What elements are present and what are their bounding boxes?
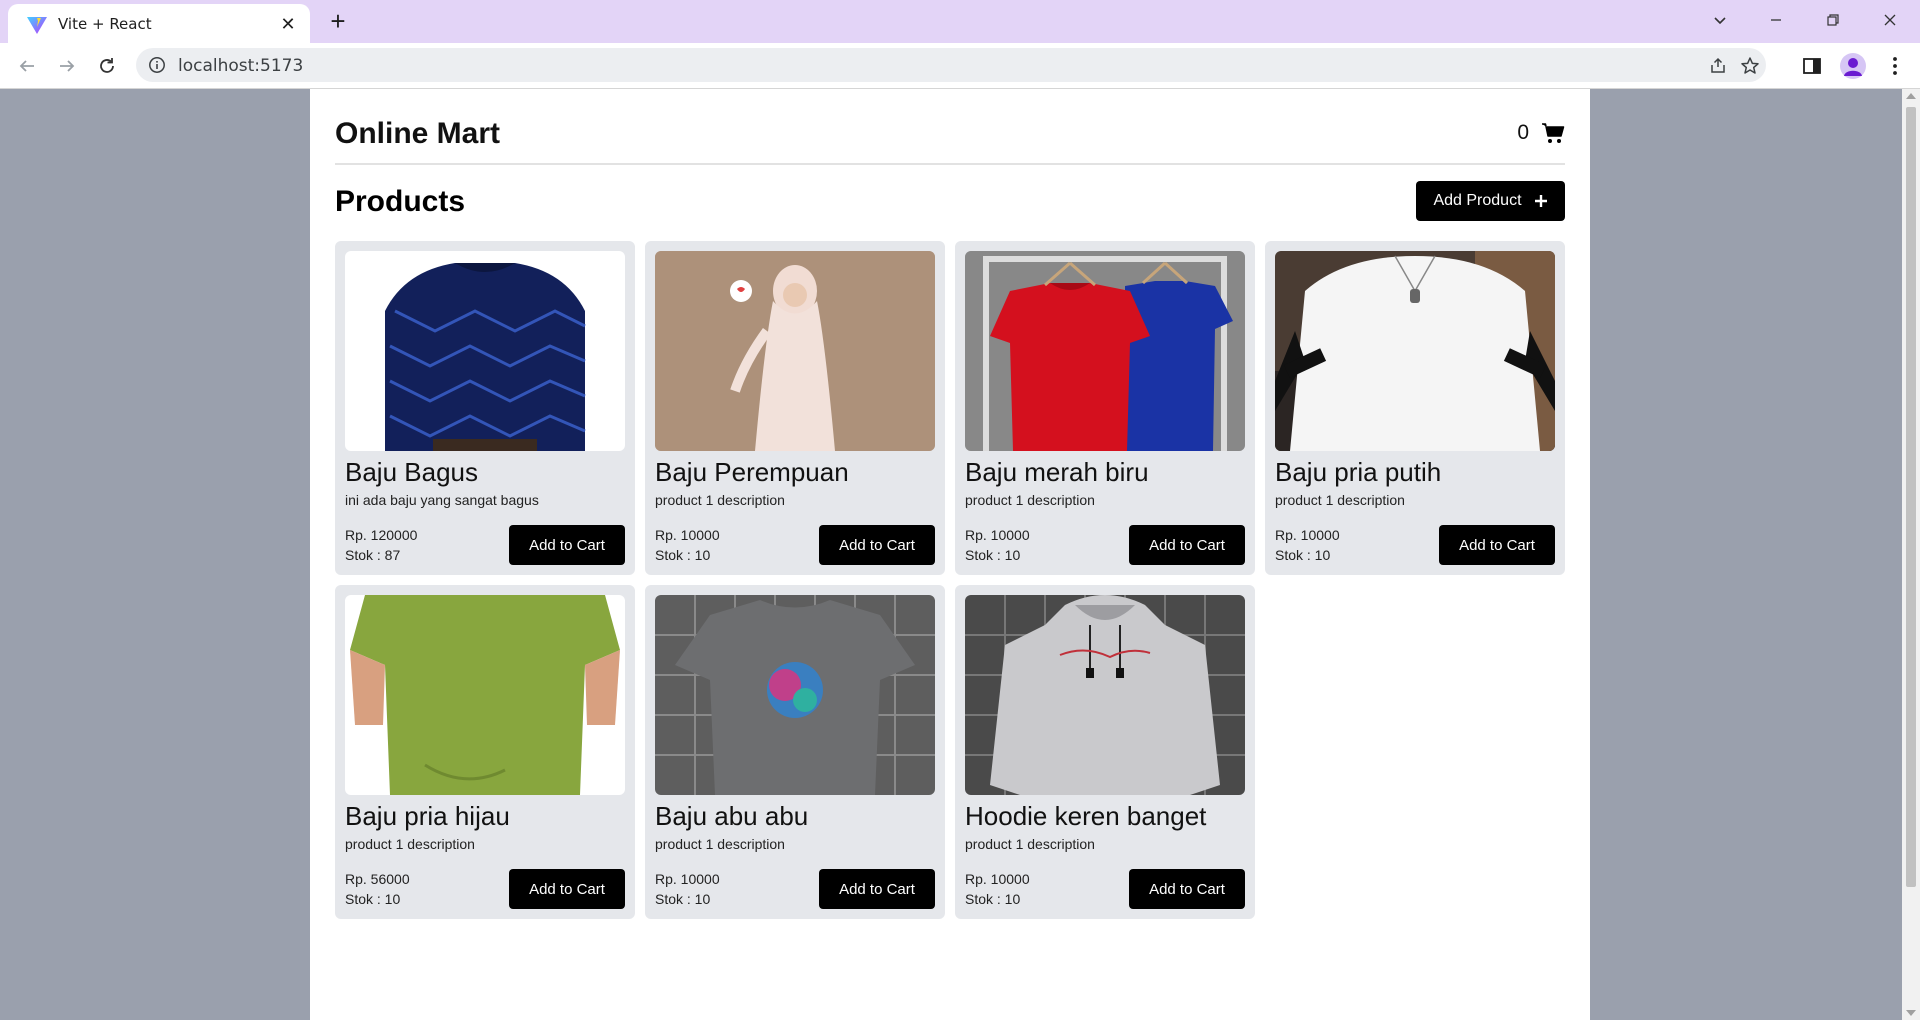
vite-logo-icon	[27, 17, 47, 34]
product-image-white-sweatshirt	[1275, 251, 1555, 451]
reload-icon[interactable]	[92, 51, 122, 81]
product-price: Rp. 10000	[965, 527, 1030, 543]
product-card: Baju abu abu product 1 description Rp. 1…	[645, 585, 945, 919]
plus-icon	[1534, 195, 1547, 207]
header-divider	[335, 163, 1565, 165]
product-card: Baju pria putih product 1 description Rp…	[1265, 241, 1565, 575]
product-image-green-tshirt	[345, 595, 625, 795]
product-stock: Stok : 10	[655, 891, 711, 907]
product-image-grey-graphic-tshirt	[655, 595, 935, 795]
product-card: Baju Bagus ini ada baju yang sangat bagu…	[335, 241, 635, 575]
product-name: Baju merah biru	[965, 457, 1149, 487]
product-description: product 1 description	[655, 492, 785, 508]
product-price: Rp. 10000	[965, 871, 1030, 887]
product-stock: Stok : 10	[345, 891, 401, 907]
more-menu-icon[interactable]	[1884, 55, 1906, 77]
product-name: Baju Bagus	[345, 457, 478, 487]
forward-arrow-icon[interactable]	[52, 51, 82, 81]
add-to-cart-button[interactable]: Add to Cart	[1129, 869, 1245, 909]
product-description: product 1 description	[965, 492, 1095, 508]
product-description: product 1 description	[345, 836, 475, 852]
product-card: Baju merah biru product 1 description Rp…	[955, 241, 1255, 575]
back-arrow-icon[interactable]	[12, 51, 42, 81]
browser-tab[interactable]: Vite + React ✕	[8, 4, 310, 43]
app-container: Online Mart 0 Products Add Product Baju …	[310, 89, 1590, 1020]
minimize-icon[interactable]	[1756, 6, 1796, 36]
add-to-cart-button[interactable]: Add to Cart	[1129, 525, 1245, 565]
product-name: Baju pria hijau	[345, 801, 510, 831]
product-description: product 1 description	[655, 836, 785, 852]
product-card: Hoodie keren banget product 1 descriptio…	[955, 585, 1255, 919]
cart-count: 0	[1517, 121, 1529, 144]
product-stock: Stok : 87	[345, 547, 401, 563]
product-description: product 1 description	[1275, 492, 1405, 508]
add-to-cart-button[interactable]: Add to Cart	[509, 869, 625, 909]
bookmark-star-icon[interactable]	[1740, 56, 1760, 76]
site-info-icon[interactable]	[148, 56, 166, 74]
scroll-down-arrow-icon[interactable]	[1906, 1010, 1916, 1016]
address-bar[interactable]: localhost:5173	[136, 48, 1766, 82]
product-price: Rp. 120000	[345, 527, 418, 543]
product-price: Rp. 10000	[655, 527, 720, 543]
product-name: Baju Perempuan	[655, 457, 849, 487]
product-stock: Stok : 10	[655, 547, 711, 563]
new-tab-button[interactable]: +	[324, 8, 352, 36]
add-product-label: Add Product	[1433, 192, 1522, 209]
tab-title: Vite + React	[58, 15, 152, 33]
url-text[interactable]: localhost:5173	[178, 56, 303, 76]
restore-icon[interactable]	[1813, 6, 1853, 36]
product-card: Baju Perempuan product 1 description Rp.…	[645, 241, 945, 575]
add-to-cart-button[interactable]: Add to Cart	[819, 525, 935, 565]
share-icon[interactable]	[1708, 56, 1728, 76]
product-image-grey-hoodie	[965, 595, 1245, 795]
profile-avatar[interactable]	[1840, 53, 1866, 79]
product-name: Hoodie keren banget	[965, 801, 1207, 831]
product-name: Baju abu abu	[655, 801, 809, 831]
product-image-navy-shirt	[345, 251, 625, 451]
person-icon	[1844, 58, 1862, 76]
product-card: Baju pria hijau product 1 description Rp…	[335, 585, 635, 919]
close-window-icon[interactable]	[1870, 6, 1910, 36]
add-product-button[interactable]: Add Product	[1416, 181, 1565, 221]
vertical-scrollbar[interactable]	[1902, 89, 1920, 1020]
tab-search-icon[interactable]	[1700, 6, 1740, 36]
scrollbar-thumb[interactable]	[1906, 107, 1916, 887]
product-image-woman-dress	[655, 251, 935, 451]
brand-title: Online Mart	[335, 117, 501, 150]
browser-toolbar: localhost:5173	[0, 43, 1920, 89]
products-heading: Products	[335, 185, 466, 218]
product-price: Rp. 10000	[655, 871, 720, 887]
product-image-red-blue-tshirts	[965, 251, 1245, 451]
product-name: Baju pria putih	[1275, 457, 1442, 487]
product-stock: Stok : 10	[965, 547, 1021, 563]
add-to-cart-button[interactable]: Add to Cart	[509, 525, 625, 565]
app-header: Online Mart 0	[335, 117, 1565, 153]
add-to-cart-button[interactable]: Add to Cart	[819, 869, 935, 909]
close-tab-icon[interactable]: ✕	[276, 12, 300, 36]
product-stock: Stok : 10	[965, 891, 1021, 907]
product-price: Rp. 56000	[345, 871, 410, 887]
tab-strip: Vite + React ✕ +	[0, 0, 1920, 43]
product-description: ini ada baju yang sangat bagus	[345, 492, 539, 508]
product-price: Rp. 10000	[1275, 527, 1340, 543]
page-viewport: Online Mart 0 Products Add Product Baju …	[0, 89, 1920, 1020]
add-to-cart-button[interactable]: Add to Cart	[1439, 525, 1555, 565]
side-panel-icon[interactable]	[1801, 55, 1823, 77]
shopping-cart-icon[interactable]	[1541, 121, 1565, 145]
product-description: product 1 description	[965, 836, 1095, 852]
product-stock: Stok : 10	[1275, 547, 1331, 563]
scroll-up-arrow-icon[interactable]	[1906, 93, 1916, 99]
